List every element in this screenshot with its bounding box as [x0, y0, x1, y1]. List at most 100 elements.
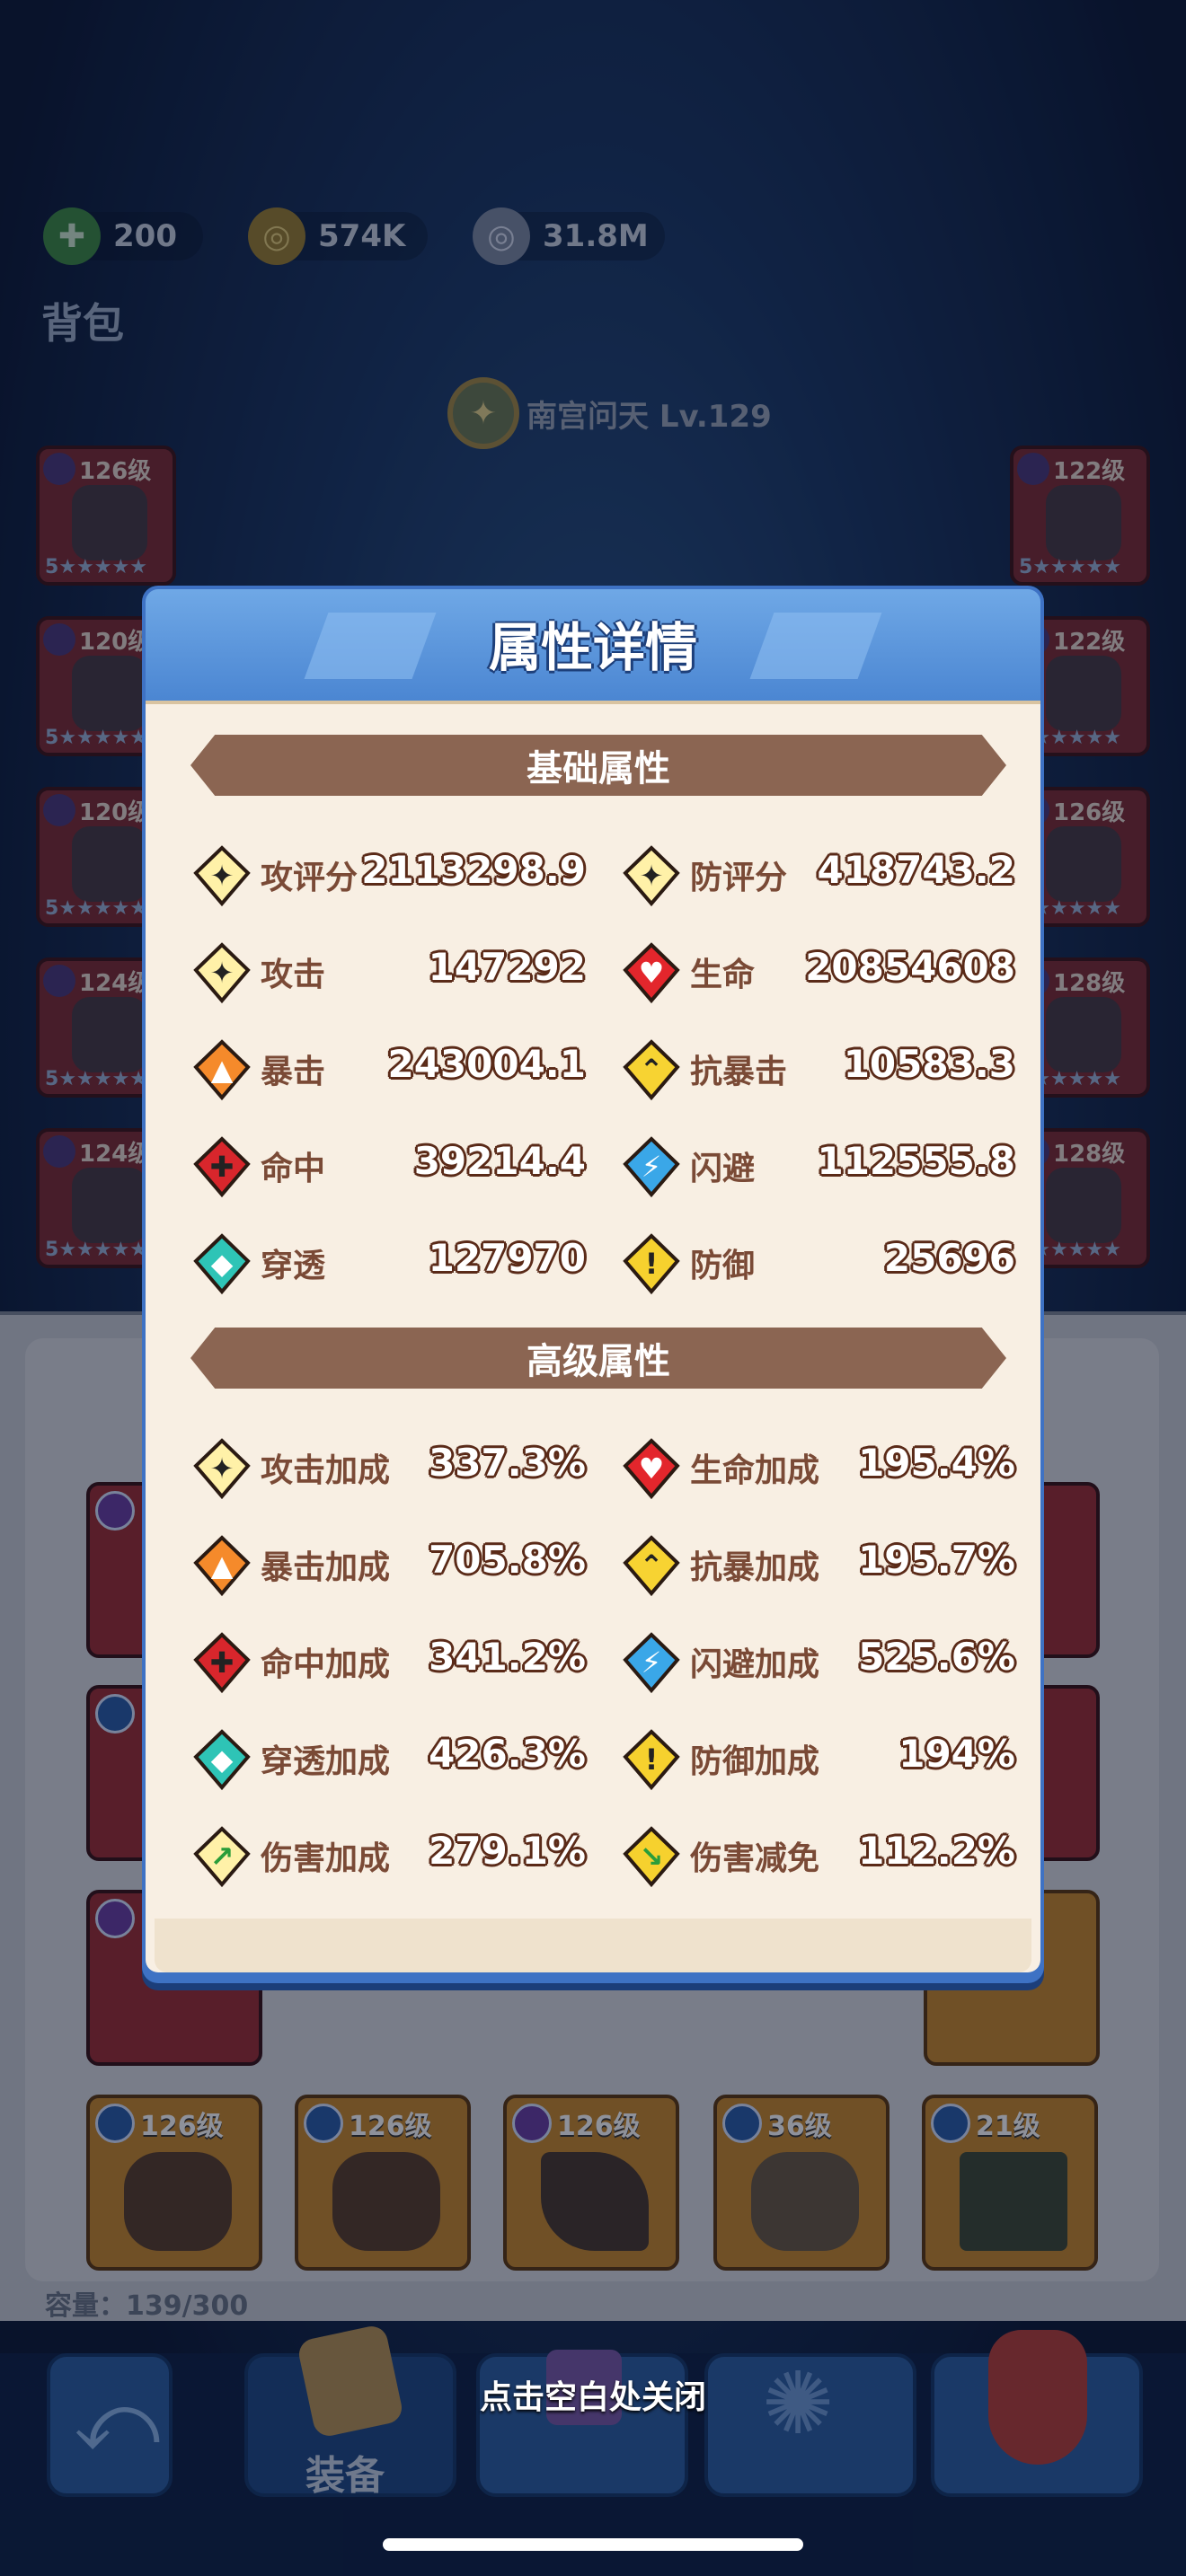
- svg-text:↗: ↗: [210, 1839, 235, 1874]
- attack-score-icon: ✦: [190, 844, 253, 907]
- attribute-row: ! 防御 25696: [620, 1227, 1015, 1299]
- attribute-row: ♥ 生命加成 195.4%: [620, 1432, 1015, 1504]
- defense-bonus-icon: !: [620, 1728, 683, 1791]
- svg-text:⚡: ⚡: [642, 1150, 661, 1184]
- svg-text:⌃: ⌃: [640, 1548, 664, 1583]
- attribute-value: 20854608: [805, 945, 1015, 989]
- attribute-label: 生命加成: [690, 1452, 820, 1489]
- home-indicator[interactable]: [383, 2538, 803, 2551]
- attribute-label: 穿透加成: [261, 1743, 391, 1780]
- svg-text:!: !: [645, 1247, 659, 1281]
- attribute-value: 112555.8: [817, 1139, 1015, 1183]
- attribute-row: ✦ 攻评分 2113298.9: [190, 839, 586, 911]
- attribute-value: 195.4%: [858, 1441, 1015, 1485]
- anti-crit-bonus-icon: ⌃: [620, 1534, 683, 1597]
- attribute-label: 伤害减免: [690, 1840, 820, 1877]
- attribute-row: ✦ 攻击加成 337.3%: [190, 1432, 586, 1504]
- shield-icon: !: [620, 1232, 683, 1295]
- anti-crit-icon: ⌃: [620, 1038, 683, 1101]
- attribute-row: ✚ 命中 39214.4: [190, 1130, 586, 1202]
- advanced-attributes-header: 高级属性: [190, 1328, 1006, 1389]
- attribute-label: 暴击: [261, 1054, 326, 1090]
- attribute-label: 抗暴击: [690, 1054, 788, 1090]
- svg-text:⚡: ⚡: [642, 1645, 661, 1680]
- attribute-row: ✦ 防评分 418743.2: [620, 839, 1015, 911]
- attribute-label: 攻评分: [261, 860, 358, 896]
- attribute-label: 防御加成: [690, 1743, 820, 1780]
- attribute-label: 防评分: [690, 860, 788, 896]
- attribute-label: 命中加成: [261, 1646, 391, 1683]
- attribute-value: 127970: [428, 1236, 586, 1280]
- hp-bonus-icon: ♥: [620, 1437, 683, 1500]
- dodge-bonus-icon: ⚡: [620, 1631, 683, 1694]
- attribute-value: 112.2%: [858, 1829, 1015, 1873]
- attribute-value: 525.6%: [858, 1635, 1015, 1679]
- attribute-label: 防御: [690, 1248, 756, 1284]
- attribute-value: 279.1%: [429, 1829, 586, 1873]
- attribute-row: ♥ 生命 20854608: [620, 936, 1015, 1008]
- attribute-row: ◆ 穿透加成 426.3%: [190, 1723, 586, 1795]
- svg-text:✦: ✦: [210, 956, 235, 990]
- attribute-value: 243004.1: [387, 1042, 586, 1086]
- svg-text:▲: ▲: [211, 1053, 234, 1087]
- attribute-row: ✚ 命中加成 341.2%: [190, 1626, 586, 1698]
- attribute-row: ▲ 暴击加成 705.8%: [190, 1529, 586, 1601]
- pierce-icon: ◆: [190, 1232, 253, 1295]
- basic-attributes-header: 基础属性: [190, 735, 1006, 796]
- svg-text:✦: ✦: [210, 1451, 235, 1486]
- svg-text:♥: ♥: [639, 1451, 665, 1486]
- defense-score-icon: ✦: [620, 844, 683, 907]
- svg-text:✦: ✦: [210, 859, 235, 893]
- attribute-row: ⌃ 抗暴击 10583.3: [620, 1033, 1015, 1105]
- attribute-value: 426.3%: [429, 1732, 586, 1776]
- attribute-row: ↘ 伤害减免 112.2%: [620, 1820, 1015, 1892]
- attribute-value: 418743.2: [817, 848, 1015, 892]
- attribute-dialog: 属性详情 基础属性 ✦ 攻评分 2113298.9 ✦ 防评分 418743.2 ✦ 攻击 14…: [142, 586, 1044, 1987]
- svg-text:⌃: ⌃: [640, 1053, 664, 1087]
- svg-text:▲: ▲: [211, 1548, 234, 1583]
- attribute-row: ⚡ 闪避加成 525.6%: [620, 1626, 1015, 1698]
- svg-text:↘: ↘: [640, 1839, 664, 1874]
- attribute-row: ↗ 伤害加成 279.1%: [190, 1820, 586, 1892]
- damage-reduction-icon: ↘: [620, 1825, 683, 1888]
- dialog-body: 基础属性 ✦ 攻评分 2113298.9 ✦ 防评分 418743.2 ✦ 攻击 147292 ♥…: [146, 701, 1040, 1972]
- attribute-value: 10583.3: [843, 1042, 1015, 1086]
- attribute-value: 337.3%: [429, 1441, 586, 1485]
- attribute-value: 194%: [898, 1732, 1015, 1776]
- crit-bonus-icon: ▲: [190, 1534, 253, 1597]
- svg-text:✚: ✚: [210, 1645, 235, 1680]
- attribute-label: 穿透: [261, 1248, 326, 1284]
- dodge-icon: ⚡: [620, 1135, 683, 1198]
- attribute-row: ! 防御加成 194%: [620, 1723, 1015, 1795]
- svg-text:◆: ◆: [211, 1247, 234, 1281]
- attribute-label: 伤害加成: [261, 1840, 391, 1877]
- attribute-row: ⚡ 闪避 112555.8: [620, 1130, 1015, 1202]
- hit-bonus-icon: ✚: [190, 1631, 253, 1694]
- svg-text:✦: ✦: [640, 859, 664, 893]
- pierce-bonus-icon: ◆: [190, 1728, 253, 1791]
- attribute-label: 抗暴加成: [690, 1549, 820, 1586]
- attribute-label: 生命: [690, 957, 756, 993]
- close-hint: 点击空白处关闭: [479, 2379, 706, 2416]
- attribute-value: 25696: [883, 1236, 1015, 1280]
- attribute-label: 命中: [261, 1151, 326, 1187]
- attribute-row: ▲ 暴击 243004.1: [190, 1033, 586, 1105]
- damage-bonus-icon: ↗: [190, 1825, 253, 1888]
- attribute-value: 39214.4: [413, 1139, 586, 1183]
- svg-text:◆: ◆: [211, 1742, 234, 1777]
- paper-edge-decoration: [155, 1919, 1031, 1972]
- attribute-value: 2113298.9: [361, 848, 586, 892]
- attribute-value: 705.8%: [429, 1538, 586, 1582]
- attribute-label: 闪避加成: [690, 1646, 820, 1683]
- attack-icon: ✦: [190, 941, 253, 1004]
- attribute-label: 攻击加成: [261, 1452, 391, 1489]
- svg-text:✚: ✚: [210, 1150, 235, 1184]
- crit-icon: ▲: [190, 1038, 253, 1101]
- attribute-row: ✦ 攻击 147292: [190, 936, 586, 1008]
- attribute-row: ◆ 穿透 127970: [190, 1227, 586, 1299]
- attribute-value: 341.2%: [429, 1635, 586, 1679]
- svg-text:♥: ♥: [639, 956, 665, 990]
- attribute-label: 攻击: [261, 957, 326, 993]
- svg-text:!: !: [645, 1742, 659, 1777]
- crosshair-icon: ✚: [190, 1135, 253, 1198]
